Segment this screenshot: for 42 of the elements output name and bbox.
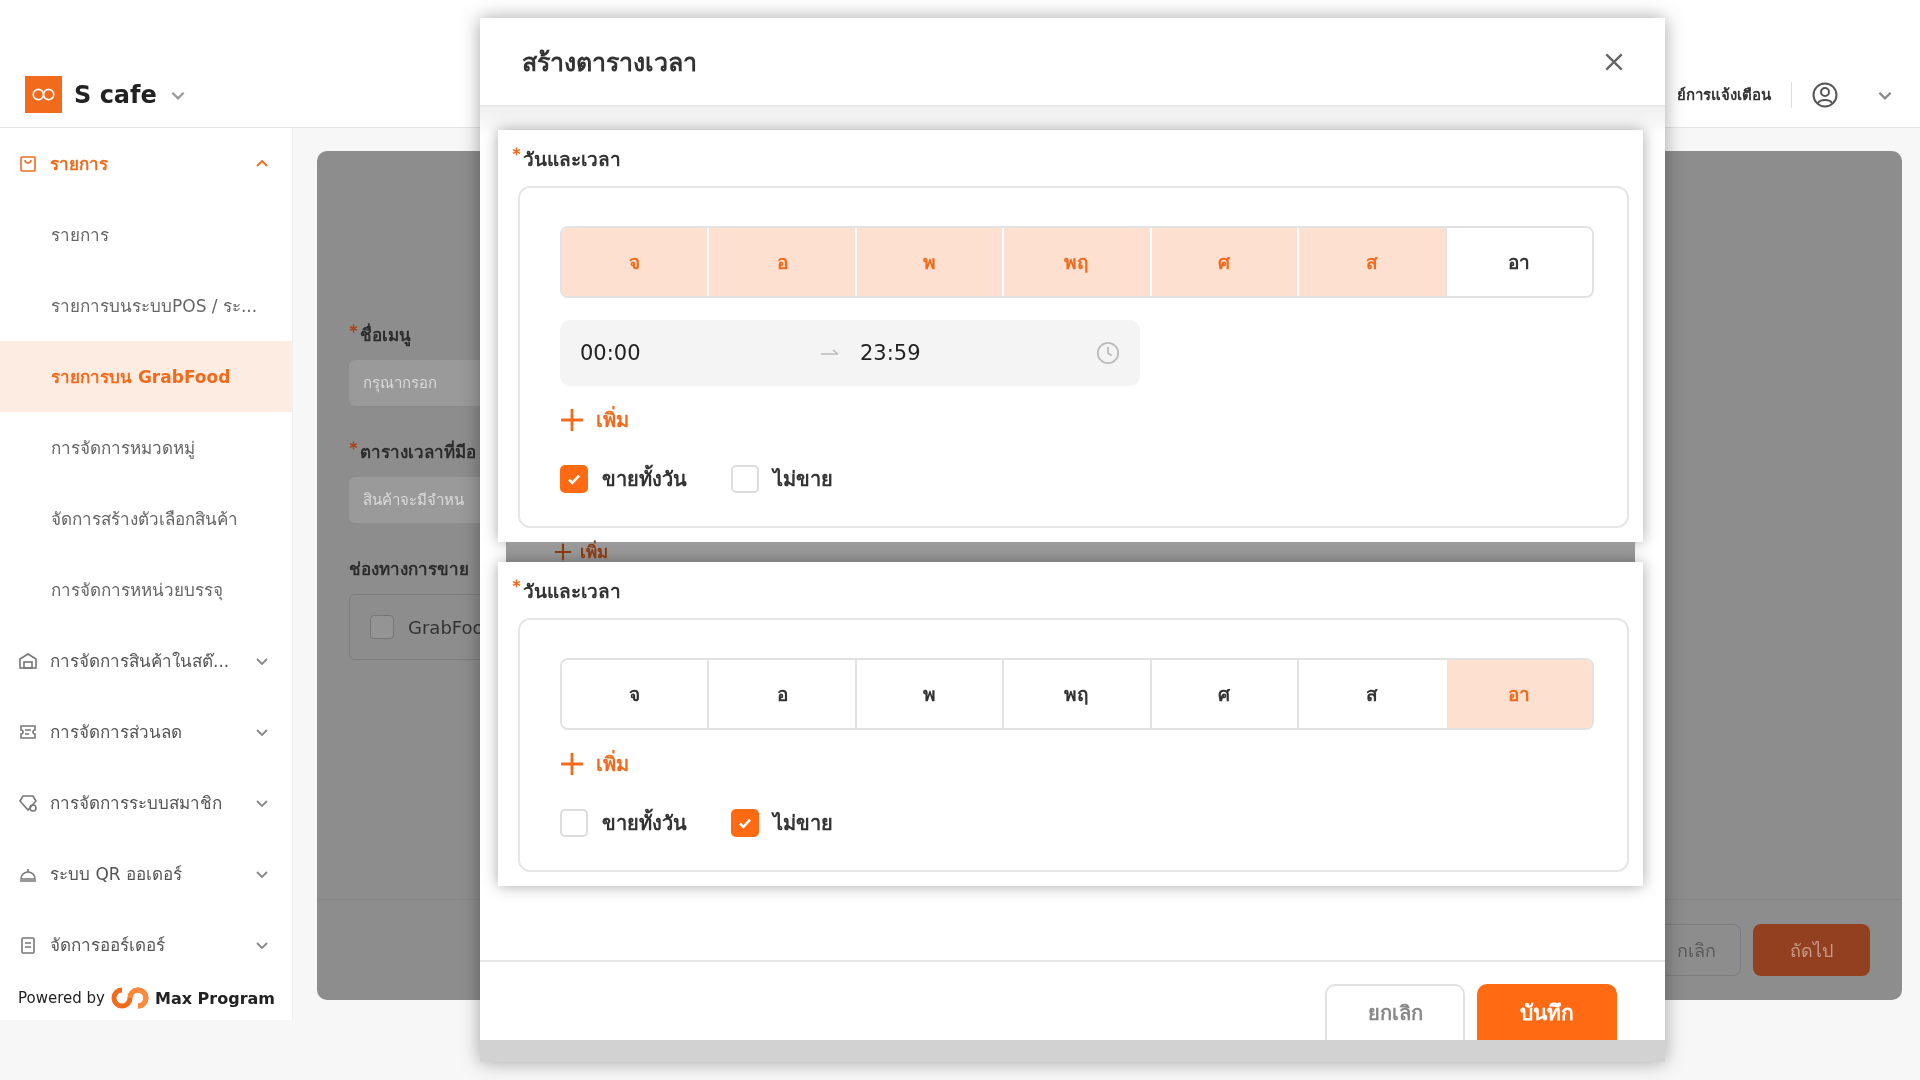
sidebar-group[interactable]: การจัดการระบบสมาชิก [0,767,292,838]
infinity-logo-icon [109,986,150,1010]
plus-icon [554,543,572,561]
section-label: วันและเวลา [523,580,621,602]
section-label: วันและเวลา [523,148,621,170]
clock-icon [1096,341,1120,365]
notification-link[interactable]: ย์การแจ้งเตือน [1677,82,1771,107]
field-label: ชื่อเมนู [360,325,411,345]
sidebar-group[interactable]: ระบบ QR ออเดอร์ [0,838,292,909]
checkbox-label: ไม่ขาย [773,810,833,837]
checkbox[interactable] [731,809,759,837]
plus-icon [560,752,584,776]
field-label: ตารางเวลาที่มีอ [360,442,476,462]
add-link[interactable]: เพิ่ม [560,742,629,786]
sidebar-group[interactable]: การจัดการส่วนลด [0,696,292,767]
powered-by-text: Powered by [18,989,105,1007]
sidebar-item[interactable]: รายการ [0,199,292,270]
checkbox-label: GrabFoo [408,616,484,638]
brand-name: Max Program [154,988,275,1008]
user-icon[interactable] [1812,81,1838,108]
checkbox[interactable] [560,465,588,493]
sidebar-group[interactable]: การจัดการสินค้าในสต๊... [0,625,292,696]
day-toggle[interactable]: อา [1444,228,1592,296]
arrow-right-icon [820,348,840,358]
sidebar-item[interactable]: การจัดการหมวดหมู่ [0,412,292,483]
sidebar-item[interactable]: รายการบนระบบPOS / ระ... [0,270,292,341]
store-name[interactable]: S cafe [74,80,157,109]
cancel-button[interactable]: ยกเลิก [1325,984,1465,1040]
plus-icon [560,408,584,432]
time-range-field[interactable]: 00:00 23:59 [560,320,1140,386]
sidebar-group[interactable]: จัดการออร์เดอร์ [0,909,292,980]
sidebar-item[interactable]: การจัดการหหน่วยบรรจุ [0,554,292,625]
sidebar-group[interactable]: รายการ [0,128,292,199]
field-label: ช่องทางการขาย [349,558,470,581]
logo-icon [25,76,62,113]
checkbox-label: ไม่ขาย [773,466,833,493]
add-link[interactable]: เพิ่ม [560,398,629,442]
dialog-title: สร้างตารางเวลา [522,46,697,79]
checkbox-label: ขายทั้งวัน [602,463,687,495]
checkbox[interactable] [370,615,394,639]
sidebar-item[interactable]: จัดการสร้างตัวเลือกสินค้า [0,483,292,554]
checkbox-label: ขายทั้งวัน [602,807,687,839]
